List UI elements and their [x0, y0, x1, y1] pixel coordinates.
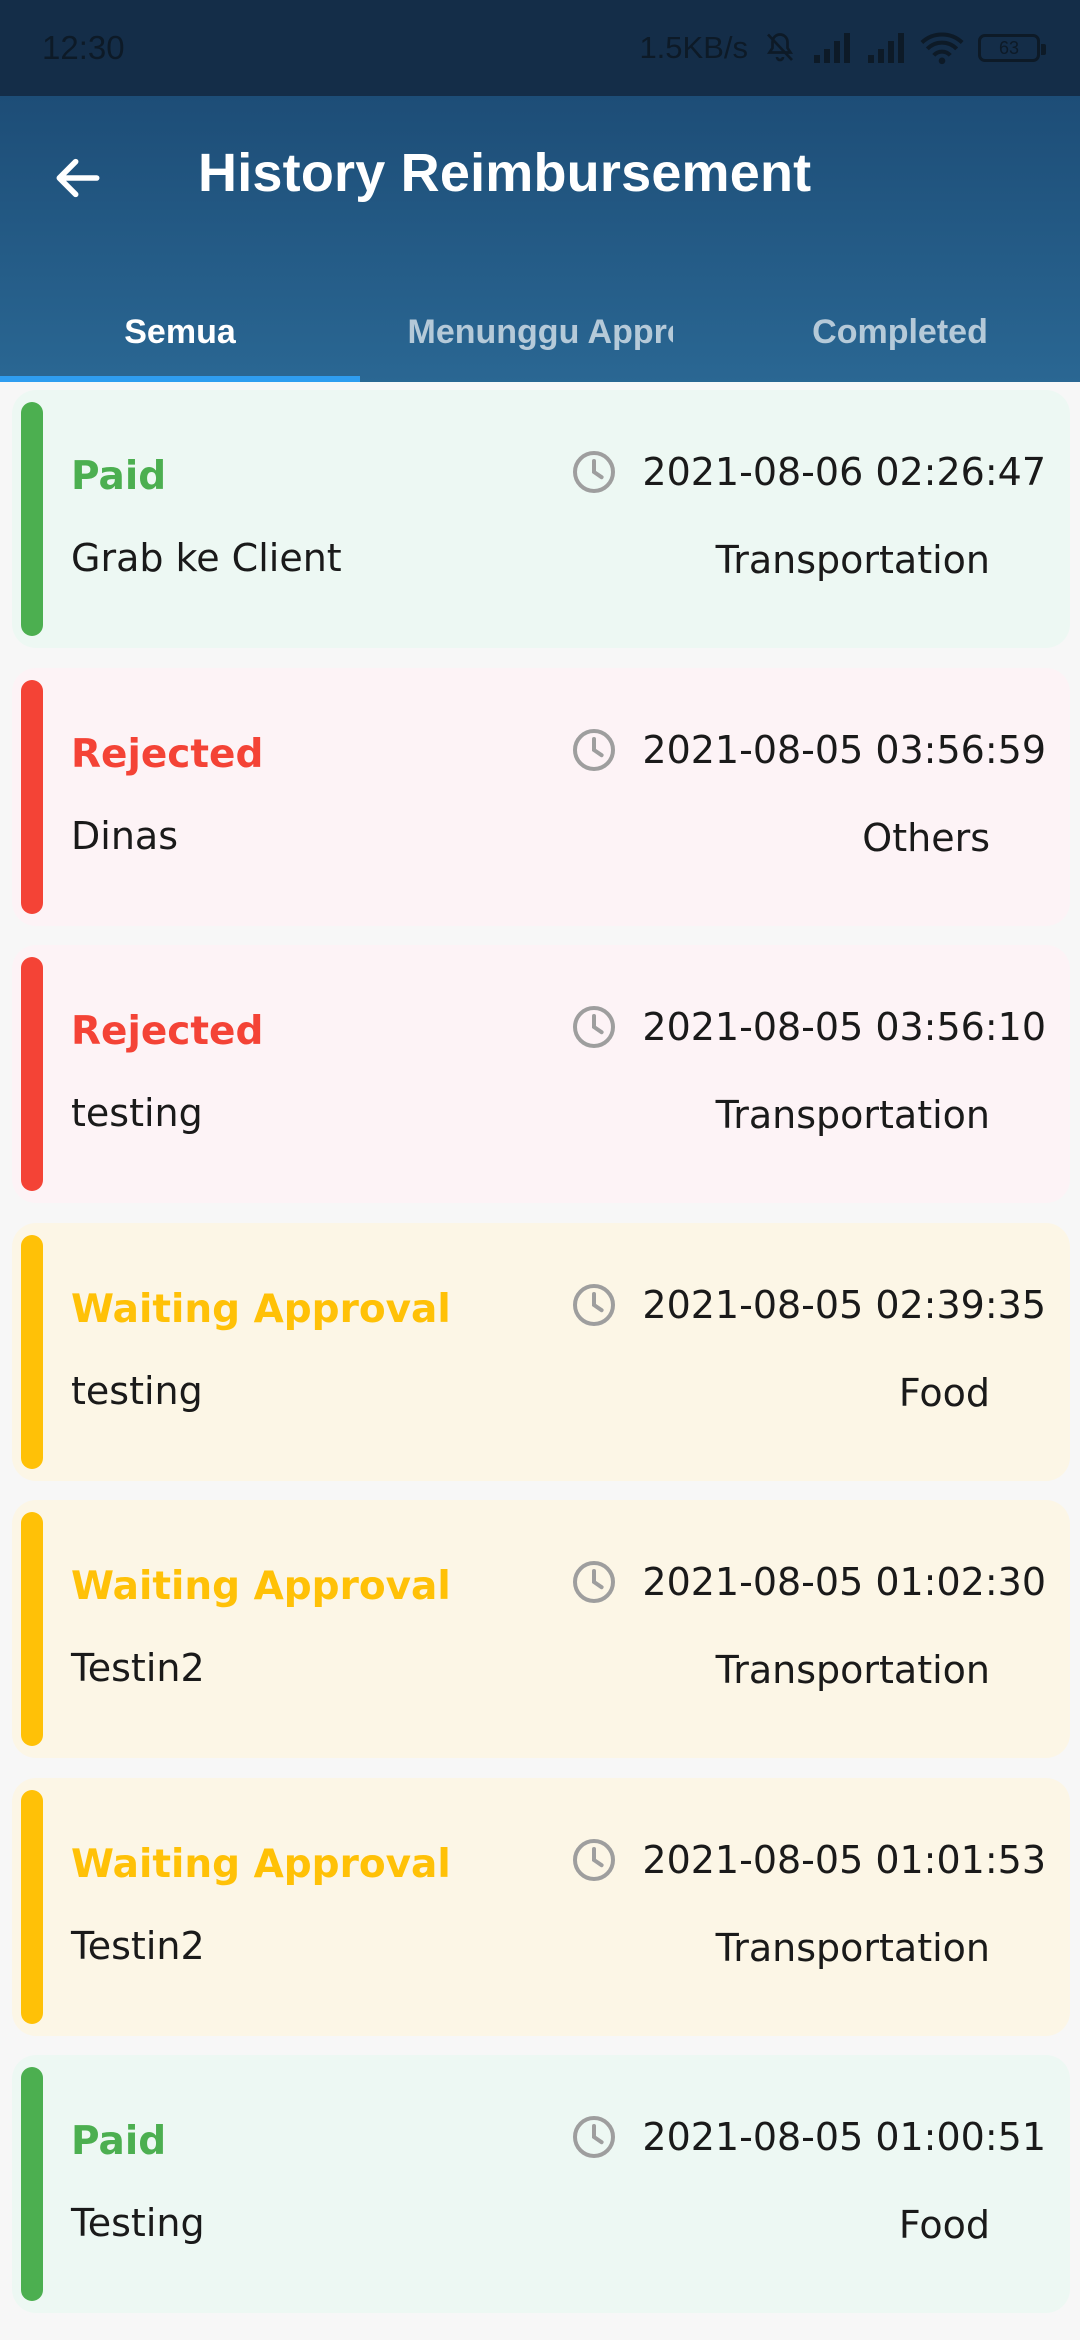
category: Others	[862, 815, 990, 860]
reimbursement-card[interactable]: Waiting Approval Testin2 2021-08-05 01:01:…	[12, 1777, 1070, 2036]
datetime-group: 2021-08-05 01:02:30	[570, 1558, 1046, 1606]
status-bar: 12:30 1.5KB/s 63	[0, 0, 1080, 96]
signal-icon	[812, 33, 852, 63]
datetime: 2021-08-05 01:01:53	[642, 1837, 1046, 1882]
reimbursement-card[interactable]: Rejected Dinas 2021-08-05 03:56:59 Others	[12, 667, 1070, 926]
clock-icon	[573, 2116, 616, 2158]
datetime: 2021-08-05 02:39:35	[642, 1282, 1046, 1327]
category: Transportation	[715, 538, 990, 582]
reimbursement-card[interactable]: Rejected testing 2021-08-05 03:56:10 Transp…	[12, 945, 1070, 1203]
tab-label: Semua	[124, 312, 236, 351]
datetime-group: 2021-08-05 03:56:10	[570, 1003, 1046, 1051]
category: Food	[898, 1370, 990, 1415]
mute-bell-icon	[762, 30, 798, 66]
app-bar: History Reimbursement Semua Menunggu App…	[0, 96, 1080, 382]
clock-icon	[573, 1561, 616, 1603]
status-indicator-bar	[21, 679, 43, 914]
status-indicator-bar	[21, 2067, 43, 2301]
tab-menunggu-approval[interactable]: Menunggu Approval	[360, 282, 720, 382]
category: Transportation	[715, 1093, 990, 1137]
status-label: Waiting Approval	[71, 1564, 451, 1609]
net-speed: 1.5KB/s	[639, 30, 748, 65]
reimbursement-card[interactable]: Paid Testing 2021-08-05 01:00:51 Food	[12, 2055, 1070, 2313]
status-indicator-bar	[21, 1789, 43, 2024]
status-label: Paid	[71, 454, 167, 499]
status-indicator-bar	[21, 1512, 43, 1746]
back-button[interactable]	[40, 140, 116, 216]
category: Transportation	[715, 1925, 990, 1970]
clock-icon	[573, 1838, 616, 1881]
description: testing	[71, 1091, 203, 1135]
datetime: 2021-08-05 03:56:10	[642, 1005, 1046, 1049]
status-indicator-bar	[21, 402, 43, 636]
arrow-left-icon	[56, 158, 100, 198]
reimbursement-card[interactable]: Waiting Approval testing 2021-08-05 02:39:…	[12, 1222, 1070, 1481]
tab-bar: Semua Menunggu Approval Completed	[0, 282, 1080, 382]
wifi-icon	[920, 31, 964, 65]
status-label: Paid	[71, 2119, 167, 2164]
description: Testin2	[71, 1646, 205, 1690]
status-label: Waiting Approval	[71, 1286, 451, 1332]
datetime-group: 2021-08-05 02:39:35	[570, 1281, 1046, 1329]
tab-completed[interactable]: Completed	[720, 282, 1080, 382]
datetime: 2021-08-06 02:26:47	[642, 450, 1046, 494]
category: Transportation	[715, 1648, 990, 1692]
status-time: 12:30	[42, 29, 125, 66]
reimbursement-card[interactable]: Paid Grab ke Client 2021-08-06 02:26:47 Tra…	[12, 390, 1070, 648]
tab-label: Menunggu Approval	[407, 312, 673, 351]
datetime: 2021-08-05 01:00:51	[642, 2115, 1046, 2159]
description: testing	[71, 1368, 203, 1413]
tab-semua[interactable]: Semua	[0, 282, 360, 382]
tab-label: Completed	[812, 312, 988, 351]
battery-icon: 63	[978, 34, 1046, 62]
clock-icon	[573, 728, 616, 771]
datetime-group: 2021-08-05 03:56:59	[570, 726, 1046, 774]
page-title: History Reimbursement	[198, 143, 812, 203]
description: Testin2	[71, 1923, 205, 1968]
status-indicator-bar	[21, 1234, 43, 1469]
clock-icon	[573, 451, 616, 493]
status-indicator-bar	[21, 957, 43, 1191]
reimbursement-card[interactable]: Waiting Approval Testin2 2021-08-05 01:02:…	[12, 1500, 1070, 1758]
status-icons: 1.5KB/s 63	[639, 30, 1046, 66]
datetime-group: 2021-08-05 01:01:53	[570, 1836, 1046, 1884]
status-label: Rejected	[71, 1009, 264, 1054]
datetime-group: 2021-08-05 01:00:51	[570, 2113, 1046, 2161]
description: Testing	[71, 2201, 205, 2245]
status-label: Rejected	[71, 731, 264, 777]
datetime: 2021-08-05 01:02:30	[642, 1560, 1046, 1604]
clock-icon	[573, 1283, 616, 1326]
clock-icon	[573, 1006, 616, 1048]
description: Dinas	[71, 813, 178, 858]
datetime-group: 2021-08-06 02:26:47	[570, 448, 1046, 496]
status-label: Waiting Approval	[71, 1841, 451, 1887]
datetime: 2021-08-05 03:56:59	[642, 727, 1046, 772]
description: Grab ke Client	[71, 536, 342, 580]
signal-icon	[866, 33, 906, 63]
category: Food	[898, 2203, 990, 2247]
